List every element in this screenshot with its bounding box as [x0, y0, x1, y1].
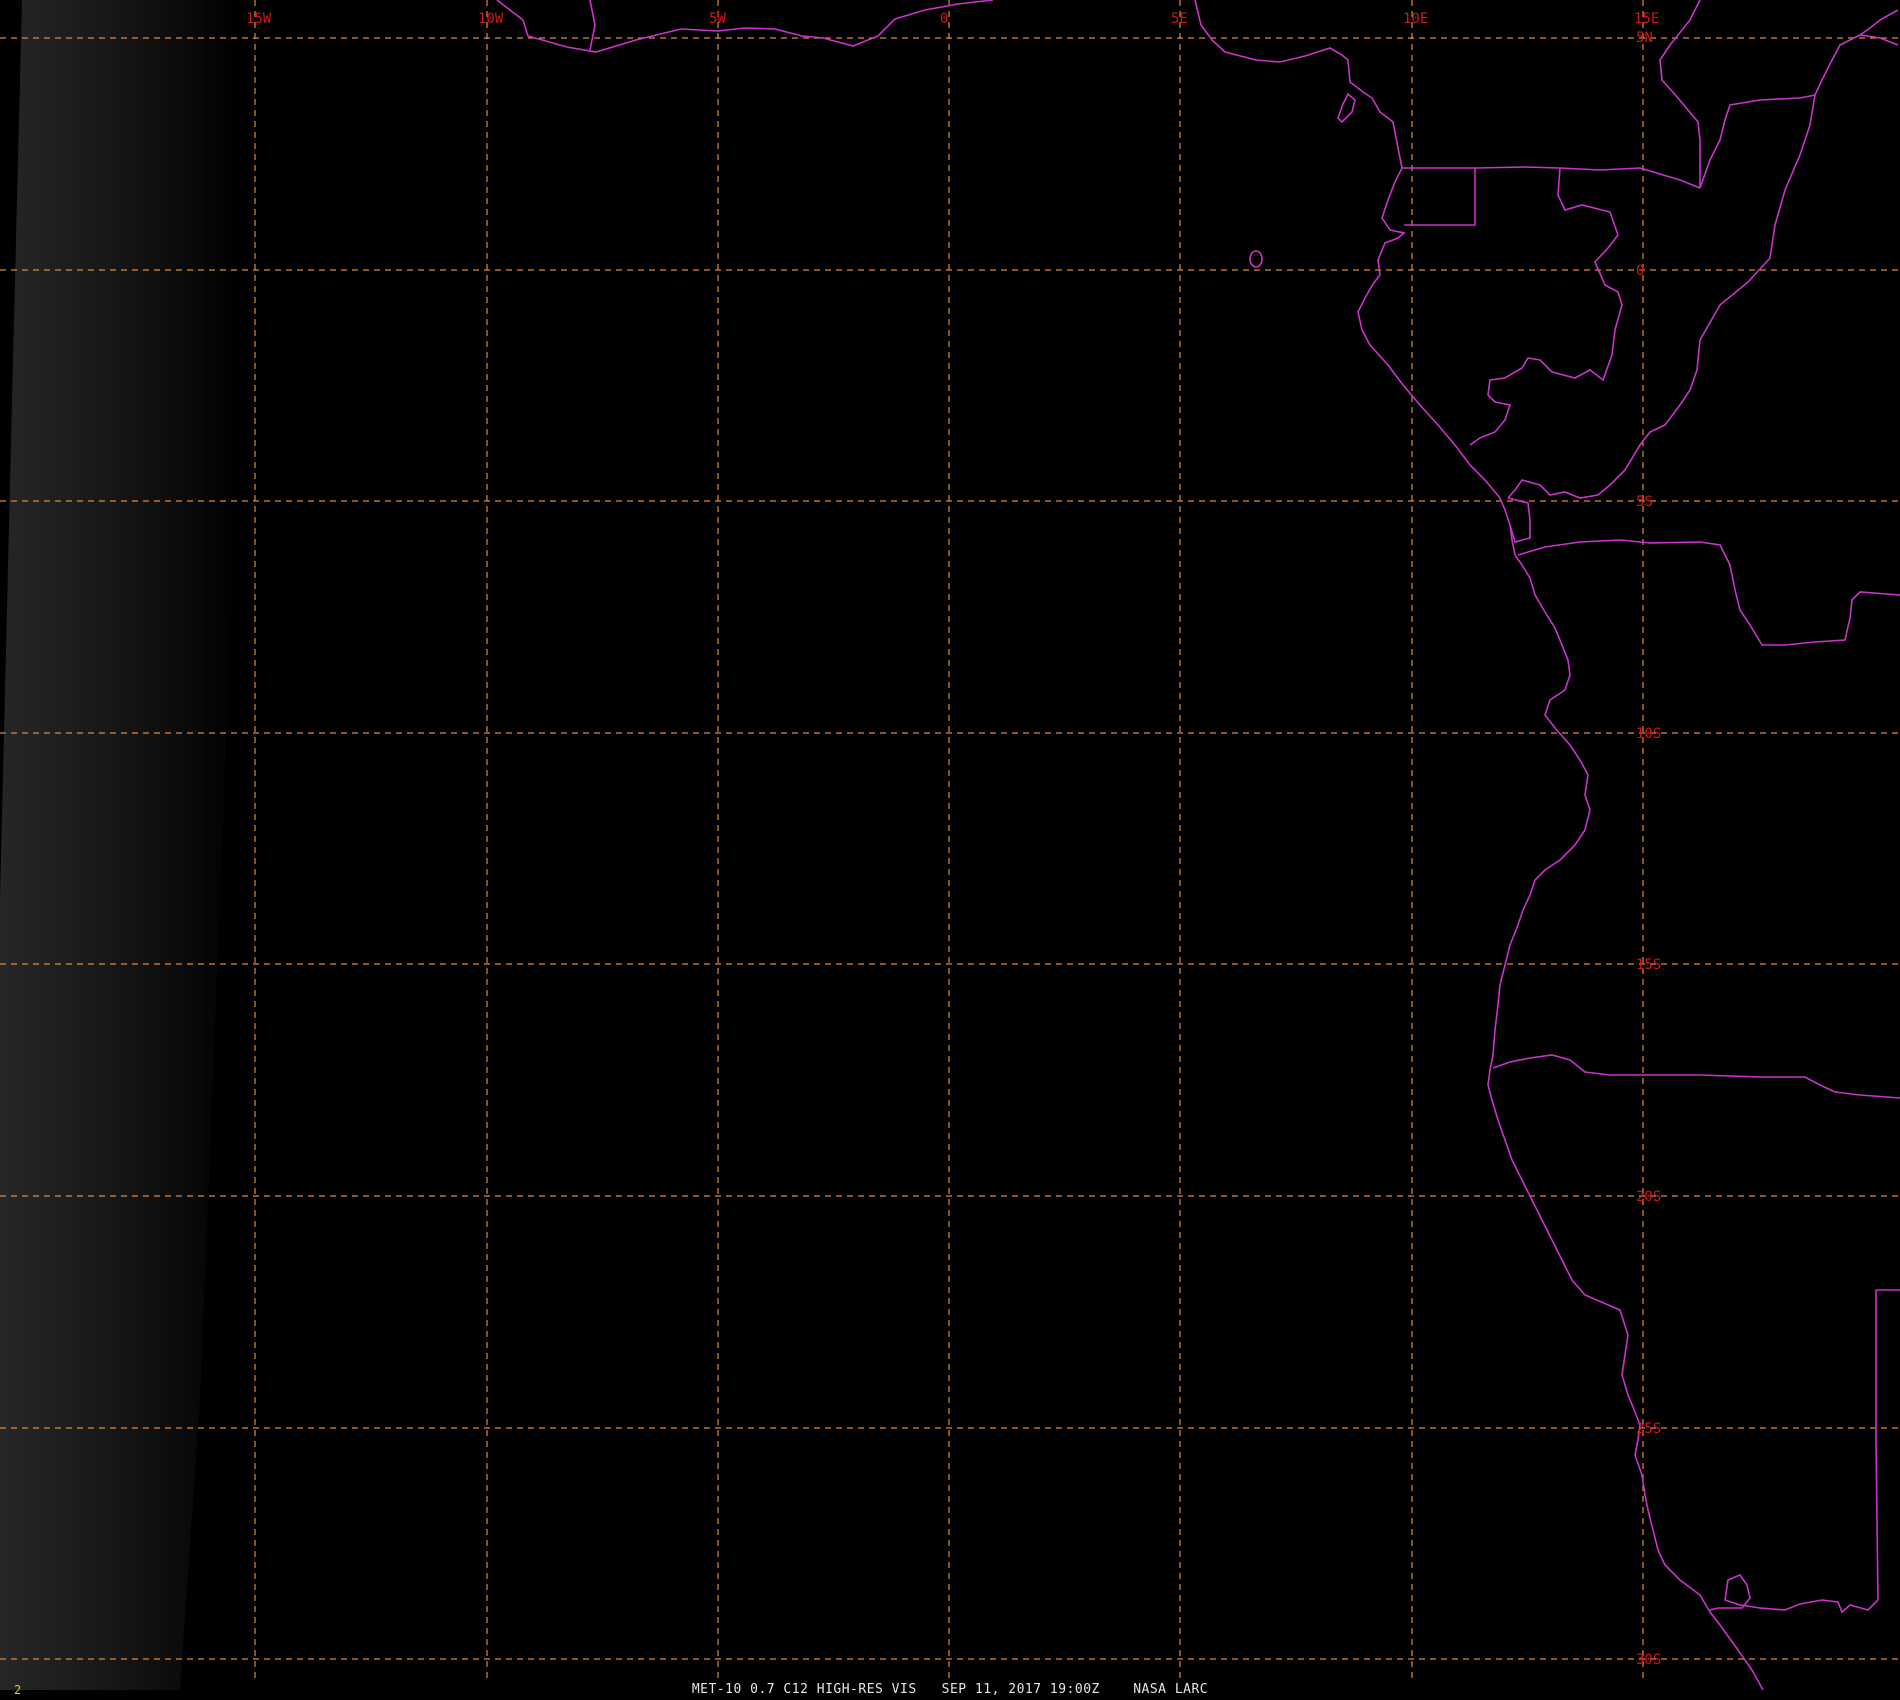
longitude-label: 15W	[246, 11, 272, 27]
satellite-map: 15W 10W 5W 0 5E 10E 15E 5N 0 5S 10S 15S 20S 25S 30S	[0, 0, 1900, 1700]
latitude-label: 0	[1636, 263, 1644, 279]
latitude-label: 15S	[1636, 957, 1661, 973]
longitude-label: 5E	[1171, 11, 1188, 27]
frame-number: 2	[14, 1683, 22, 1697]
longitude-label: 10E	[1403, 11, 1428, 27]
caption-product: MET-10 0.7 C12 HIGH-RES VIS	[691, 1682, 917, 1697]
longitude-label: 10W	[478, 11, 504, 27]
latitude-label: 5S	[1636, 494, 1653, 510]
longitude-label: 15E	[1634, 11, 1659, 27]
caption-source: NASA LARC	[1133, 1682, 1209, 1697]
longitude-label: 5W	[709, 11, 726, 27]
longitude-label: 0	[940, 11, 948, 27]
caption-datetime: SEP 11, 2017 19:00Z	[941, 1682, 1100, 1697]
image-caption: MET-10 0.7 C12 HIGH-RES VIS SEP 11, 2017…	[0, 1682, 1900, 1700]
latitude-label: 30S	[1636, 1652, 1661, 1668]
latitude-label: 5N	[1636, 30, 1653, 46]
latitude-label: 10S	[1636, 726, 1661, 742]
latitude-label: 25S	[1636, 1421, 1661, 1437]
latitude-label: 20S	[1636, 1189, 1661, 1205]
